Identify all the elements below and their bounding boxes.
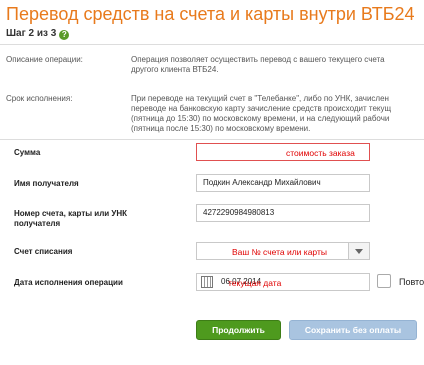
repeat-label: Повто bbox=[399, 277, 424, 287]
divider bbox=[0, 44, 424, 45]
description-label: Описание операции: bbox=[6, 55, 83, 64]
date-note: текущая дата bbox=[228, 278, 282, 288]
divider bbox=[0, 139, 424, 140]
calendar-icon[interactable] bbox=[201, 276, 213, 288]
page-title: Перевод средств на счета и карты внутри … bbox=[6, 4, 415, 24]
recipient-label: Имя получателя bbox=[14, 179, 79, 188]
repeat-checkbox[interactable] bbox=[377, 274, 391, 288]
amount-note: стоимость заказа bbox=[286, 148, 355, 158]
help-icon[interactable]: ? bbox=[59, 30, 70, 40]
recipient-value: Подкин Александр Михайлович bbox=[203, 178, 321, 187]
account-label: Номер счета, карты или УНК получателя bbox=[14, 209, 128, 228]
timing-text: При переводе на текущий счет в "Телебанк… bbox=[131, 94, 392, 133]
debit-label: Счет списания bbox=[14, 247, 73, 256]
date-input[interactable]: 06.07.2014 bbox=[196, 273, 370, 291]
step-indicator: Шаг 2 из 3? bbox=[6, 28, 70, 40]
step-label: Шаг 2 из 3 bbox=[6, 28, 57, 39]
date-label: Дата исполнения операции bbox=[14, 278, 123, 287]
debit-note: Ваш № счета или карты bbox=[232, 247, 327, 257]
chevron-down-icon[interactable] bbox=[348, 243, 369, 259]
description-text: Операция позволяет осуществить перевод с… bbox=[131, 55, 385, 74]
account-value: 4272290984980813 bbox=[203, 208, 275, 217]
continue-button[interactable]: Продолжить bbox=[196, 320, 281, 340]
timing-label: Срок исполнения: bbox=[6, 94, 73, 103]
recipient-input[interactable]: Подкин Александр Михайлович bbox=[196, 174, 370, 192]
amount-label: Сумма bbox=[14, 148, 41, 157]
account-input[interactable]: 4272290984980813 bbox=[196, 204, 370, 222]
save-unpaid-button[interactable]: Сохранить без оплаты bbox=[289, 320, 417, 340]
